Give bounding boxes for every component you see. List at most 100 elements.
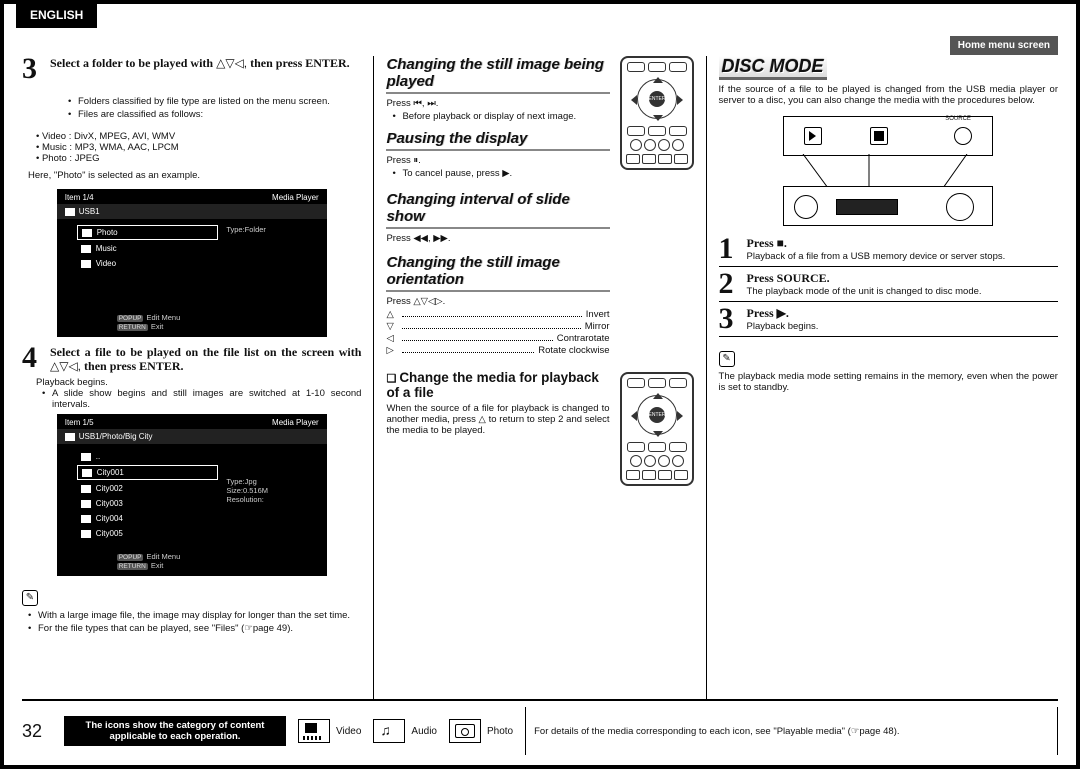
media-player-screen-1: Item 1/4 Media Player USB1 Photo Music V… — [57, 189, 327, 337]
knob-icon — [946, 193, 974, 221]
folder-icon — [65, 208, 75, 216]
note-item: For the file types that can be played, s… — [28, 623, 361, 634]
file-icon — [81, 515, 91, 523]
disc-step-1: 1 Press ■. Playback of a file from a USB… — [719, 236, 1058, 262]
pencil-icon: ✎ — [719, 351, 735, 367]
step4-text-a: Select a file to be played on the file l… — [50, 345, 361, 359]
enter-button-icon: ENTER — [649, 407, 665, 423]
mp-footer: POPUPEdit Menu RETURNExit — [57, 548, 327, 576]
step4-line2: A slide show begins and still images are… — [42, 388, 361, 410]
mp-header: Item 1/5 Media Player — [57, 414, 327, 429]
column-1: 3 Select a folder to be played with △▽◁,… — [22, 56, 361, 699]
mp-count: Item 1/5 — [65, 418, 94, 427]
return-label: RETURN — [117, 563, 148, 570]
column-divider — [706, 56, 707, 699]
enter-word: ENTER — [305, 56, 346, 70]
step-3: 3 Select a folder to be played with △▽◁,… — [22, 56, 361, 82]
footer-black-box: The icons show the category of content a… — [64, 716, 286, 746]
nav-symbols: △▽◁, — [216, 56, 247, 70]
step-text: Select a folder to be played with △▽◁, t… — [50, 56, 350, 82]
disc-note: ✎ The playback media mode setting remain… — [719, 351, 1058, 393]
file-icon — [81, 500, 91, 508]
audio-icon — [373, 719, 405, 743]
instruction: Press ◀◀, ▶▶. — [386, 233, 609, 244]
list-item: City002 — [77, 482, 219, 495]
page-number: 32 — [22, 721, 52, 742]
file-types: • Video : DivX, MPEG, AVI, WMV • Music :… — [36, 131, 361, 164]
popup-label: POPUP — [117, 315, 144, 322]
orientation-row: ▽Mirror — [386, 321, 609, 332]
instruction-detail: Before playback or display of next image… — [392, 111, 609, 122]
folder-icon — [65, 433, 75, 441]
language-tab: ENGLISH — [16, 0, 97, 28]
list-item: City001 — [77, 465, 219, 480]
step4-text-b: then press — [81, 359, 139, 373]
list-item: Photo — [77, 225, 219, 240]
mp-side-info: Type:Folder — [224, 219, 326, 309]
step-text-b: then press — [247, 56, 305, 70]
step-number: 1 — [719, 236, 747, 262]
note-item: With a large image file, the image may d… — [28, 610, 361, 621]
step-sub: The playback mode of the unit is changed… — [747, 286, 1058, 297]
column-divider — [373, 56, 374, 699]
footer-note: For details of the media corresponding t… — [525, 707, 1058, 755]
mp-title: Media Player — [272, 193, 319, 202]
step4-line1: Playback begins. — [36, 377, 361, 388]
list-item: City004 — [77, 512, 219, 525]
heading-interval: Changing interval of slide show — [386, 191, 609, 229]
mp-title: Media Player — [272, 418, 319, 427]
audio-label: Audio — [411, 726, 437, 737]
folder-icon — [82, 229, 92, 237]
step-number: 4 — [22, 345, 50, 373]
photo-icon — [449, 719, 481, 743]
remote-diagram-1: ENTER — [620, 56, 694, 170]
orientation-row: ◁Contrarotate — [386, 333, 609, 344]
bullet-item: Files are classified as follows: — [68, 109, 361, 120]
unit-diagram — [773, 116, 1003, 226]
change-media-body: When the source of a file for playback i… — [386, 403, 609, 436]
photo-label: Photo — [487, 726, 513, 737]
manual-page: ENGLISH Home menu screen 3 Select a fold… — [0, 0, 1080, 769]
mp-footer: POPUPEdit Menu RETURNExit — [57, 309, 327, 337]
list-item-up: .. — [77, 450, 219, 463]
disc-mode-intro: If the source of a file to be played is … — [719, 84, 1058, 106]
pencil-icon: ✎ — [22, 590, 38, 606]
file-icon — [81, 530, 91, 538]
video-icon-group: Video — [298, 719, 361, 743]
step-4: 4 Select a file to be played on the file… — [22, 345, 361, 373]
file-icon — [81, 485, 91, 493]
instruction: Press ⏮, ⏭. — [386, 98, 609, 109]
list-item: City003 — [77, 497, 219, 510]
disc-step-2: 2 Press SOURCE. The playback mode of the… — [719, 271, 1058, 297]
list-item: City005 — [77, 527, 219, 540]
heading-pause: Pausing the display — [386, 130, 609, 151]
popup-label: POPUP — [117, 554, 144, 561]
disc-step-3: 3 Press ▶. Playback begins. — [719, 306, 1058, 332]
source-button-icon — [954, 127, 972, 145]
mp-path: USB1/Photo/Big City — [57, 429, 327, 444]
step-number: 2 — [719, 271, 747, 297]
folder-icon — [81, 245, 91, 253]
power-icon — [794, 195, 818, 219]
heading-orientation: Changing the still image orientation — [386, 254, 609, 292]
display-icon — [836, 199, 898, 215]
step-number: 3 — [22, 56, 50, 82]
step-number: 3 — [719, 306, 747, 332]
list-item: Video — [77, 257, 219, 270]
page-section-label: Home menu screen — [950, 36, 1058, 55]
step4-body: Playback begins. A slide show begins and… — [36, 377, 361, 412]
page-footer: 32 The icons show the category of conten… — [22, 699, 1058, 755]
orientation-row: ▷Rotate clockwise — [386, 345, 609, 356]
step3-bullets: Folders classified by file type are list… — [28, 96, 361, 122]
video-label: Video — [336, 726, 361, 737]
mp-path: USB1 — [57, 204, 327, 219]
play-button-icon — [804, 127, 822, 145]
mp-path-text: USB1/Photo/Big City — [79, 432, 153, 441]
stop-button-icon — [870, 127, 888, 145]
mp-header: Item 1/4 Media Player — [57, 189, 327, 204]
unit-bottom — [783, 186, 993, 226]
mp-list: .. City001 City002 City003 City004 City0… — [57, 444, 225, 548]
subheading-change-media: ❏Change the media for playback of a file — [386, 370, 609, 400]
folder-icon — [81, 453, 91, 461]
step-text-post: . — [347, 56, 350, 70]
